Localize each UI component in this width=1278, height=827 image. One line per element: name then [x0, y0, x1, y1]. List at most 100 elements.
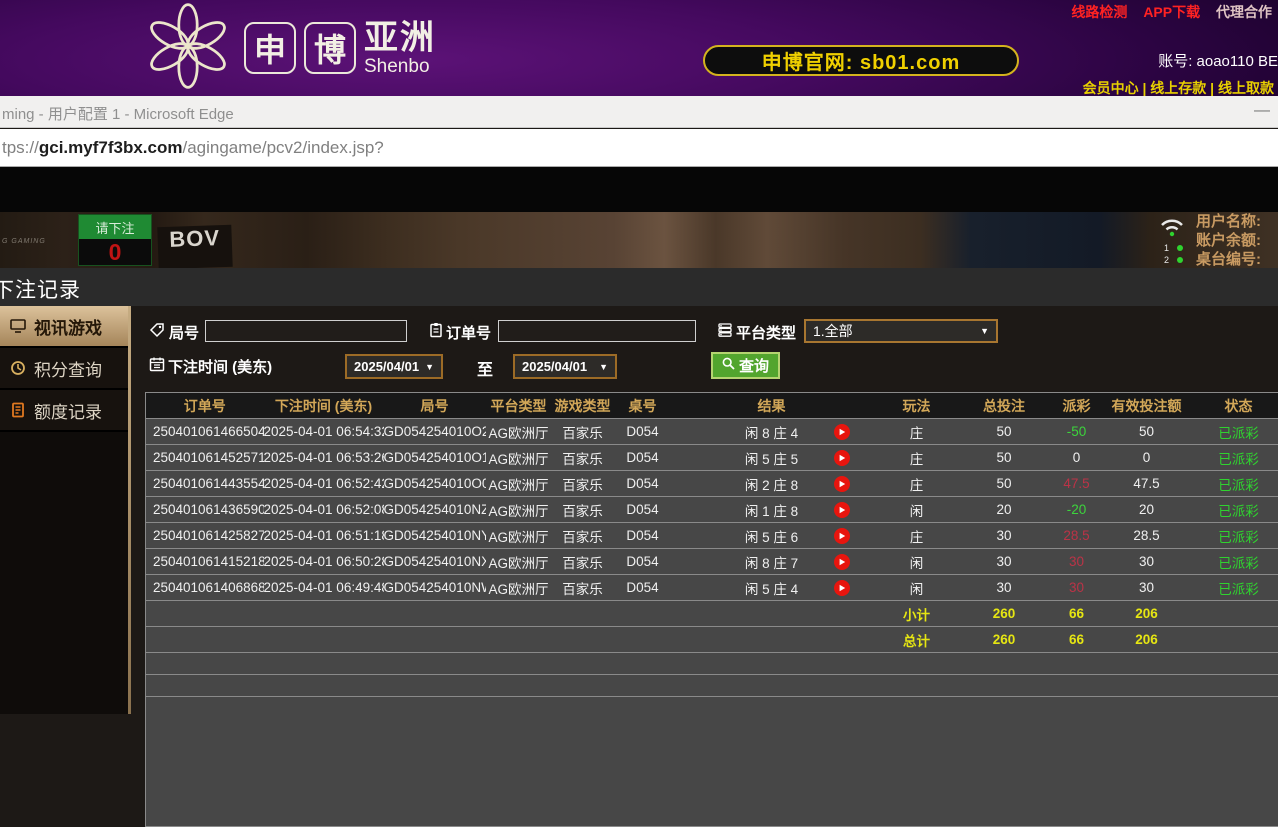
- result-text: 闲 1 庄 8: [745, 504, 798, 519]
- sidebar-item-points-query[interactable]: 积分查询: [0, 348, 128, 390]
- cell-play: 庄: [872, 523, 962, 549]
- window-title: ming - 用户配置 1 - Microsoft Edge: [2, 103, 234, 124]
- cell-result: 闲 5 庄 4: [672, 575, 872, 601]
- play-video-button[interactable]: [834, 580, 850, 596]
- logo-region-text: 亚洲 Shenbo: [364, 21, 436, 76]
- cell-round: GD054254010O0: [384, 471, 486, 497]
- play-video-button[interactable]: [834, 528, 850, 544]
- seat-status-dot: [1177, 257, 1183, 263]
- cell-bet: 30: [962, 549, 1047, 575]
- logo-char-shen: 申: [244, 22, 296, 74]
- date-to-select[interactable]: 2025/04/01 ▼: [513, 354, 617, 379]
- header-top-links: 线路检测 APP下载 代理合作: [1059, 2, 1272, 22]
- cell-play: 闲: [872, 497, 962, 523]
- date-from-select[interactable]: 2025/04/01 ▼: [345, 354, 443, 379]
- cell-table-no: D054: [614, 575, 672, 601]
- logo-region-cn: 亚洲: [364, 21, 436, 55]
- cell-result: 闲 5 庄 6: [672, 523, 872, 549]
- result-text: 闲 2 庄 8: [745, 478, 798, 493]
- table-row: 2504010614435542025-04-01 06:52:42GD0542…: [146, 471, 1278, 497]
- cell-payout: 47.5: [1047, 471, 1107, 497]
- date-from-value: 2025/04/01: [354, 359, 419, 374]
- round-input[interactable]: [205, 320, 407, 342]
- link-line-check[interactable]: 线路检测: [1071, 4, 1127, 20]
- cell-play: 庄: [872, 471, 962, 497]
- cell-platform: AG欧洲厅: [486, 419, 552, 445]
- cell-valid: 30: [1107, 575, 1187, 601]
- browser-urlbar[interactable]: tps://gci.myf7f3bx.com/agingame/pcv2/ind…: [0, 129, 1278, 167]
- black-spacer: [0, 167, 1278, 212]
- cell-valid: 30: [1107, 549, 1187, 575]
- wifi-icon: [1158, 215, 1186, 244]
- content-panel: 局号 订单号 平台类型 1.全部 ▼ 下注时间 (美东) 2025/04/01 …: [131, 306, 1278, 714]
- cell-game: 百家乐: [552, 523, 614, 549]
- cell-blank: [672, 601, 872, 627]
- cell-valid: 20: [1107, 497, 1187, 523]
- url-prefix: tps://: [2, 138, 39, 157]
- table-row: 2504010614525712025-04-01 06:53:26GD0542…: [146, 445, 1278, 471]
- platform-label: 平台类型: [736, 322, 796, 343]
- clipboard-icon: [428, 322, 444, 338]
- play-video-button[interactable]: [834, 554, 850, 570]
- col-bet-time: 下注时间 (美东): [264, 393, 384, 419]
- cell-game: 百家乐: [552, 471, 614, 497]
- platform-select[interactable]: 1.全部 ▼: [804, 319, 998, 343]
- logo-region-en: Shenbo: [364, 57, 436, 76]
- cell-sum-bet: 260: [962, 601, 1047, 627]
- col-table-no: 桌号: [614, 393, 672, 419]
- cell-result: 闲 5 庄 5: [672, 445, 872, 471]
- sidebar-item-credit-records[interactable]: 额度记录: [0, 390, 128, 432]
- cell-platform: AG欧洲厅: [486, 445, 552, 471]
- cell-order: 250401061443554: [146, 471, 264, 497]
- site-header: 线路检测 APP下载 代理合作 申 博 亚洲 Shenbo 申博官网: sb01…: [0, 0, 1278, 96]
- cell-round: GD054254010NW: [384, 575, 486, 601]
- link-app-download[interactable]: APP下载: [1143, 4, 1200, 20]
- cell-time: 2025-04-01 06:52:08: [264, 497, 384, 523]
- sidebar-item-video-games[interactable]: 视讯游戏: [0, 306, 128, 348]
- search-button[interactable]: 查询: [711, 352, 780, 379]
- cell-platform: AG欧洲厅: [486, 575, 552, 601]
- link-agent-coop[interactable]: 代理合作: [1216, 4, 1272, 20]
- member-links[interactable]: 会员中心 | 线上存款 | 线上取款: [1083, 78, 1274, 98]
- cell-time: 2025-04-01 06:53:26: [264, 445, 384, 471]
- col-result: 结果: [672, 393, 872, 419]
- round-label: 局号: [169, 322, 199, 343]
- order-input[interactable]: [498, 320, 696, 342]
- official-site-banner[interactable]: 申博官网: sb01.com: [703, 45, 1019, 76]
- cell-blank: [552, 601, 614, 627]
- cell-platform: AG欧洲厅: [486, 497, 552, 523]
- search-button-label: 查询: [739, 355, 769, 376]
- bet-countdown-panel: 请下注 0: [78, 214, 152, 266]
- col-game-type: 游戏类型: [552, 393, 614, 419]
- cell-time: 2025-04-01 06:49:48: [264, 575, 384, 601]
- cell-table-no: D054: [614, 471, 672, 497]
- minimize-button[interactable]: —: [1254, 102, 1270, 120]
- cell-blank: [146, 601, 264, 627]
- site-logo: 申 博 亚洲 Shenbo: [140, 0, 436, 96]
- bov-sign: BOV: [157, 225, 232, 268]
- cell-payout: 30: [1047, 575, 1107, 601]
- chevron-down-icon: ▼: [599, 362, 608, 372]
- col-play: 玩法: [872, 393, 962, 419]
- cell-blank: [384, 627, 486, 653]
- cell-sum-valid: 206: [1107, 627, 1187, 653]
- cell-status: 已派彩: [1187, 445, 1278, 471]
- cell-sum-label: 总计: [872, 627, 962, 653]
- cell-order: 250401061452571: [146, 445, 264, 471]
- play-video-button[interactable]: [834, 476, 850, 492]
- cell-bet: 20: [962, 497, 1047, 523]
- play-video-button[interactable]: [834, 424, 850, 440]
- play-video-button[interactable]: [834, 450, 850, 466]
- subtotal-row: 小计26066206: [146, 601, 1278, 627]
- flower-logo-icon: [140, 0, 236, 97]
- table-row: 2504010614665042025-04-01 06:54:32GD0542…: [146, 419, 1278, 445]
- cell-blank: [146, 675, 1278, 697]
- table-header-row: 订单号 下注时间 (美东) 局号 平台类型 游戏类型 桌号 结果 玩法 总投注 …: [146, 393, 1278, 419]
- platform-list-icon: [717, 322, 733, 338]
- play-video-button[interactable]: [834, 502, 850, 518]
- browser-titlebar: ming - 用户配置 1 - Microsoft Edge —: [0, 96, 1278, 128]
- cell-round: GD054254010NZ: [384, 497, 486, 523]
- col-valid-bet: 有效投注额: [1107, 393, 1187, 419]
- cell-bet: 50: [962, 471, 1047, 497]
- col-platform: 平台类型: [486, 393, 552, 419]
